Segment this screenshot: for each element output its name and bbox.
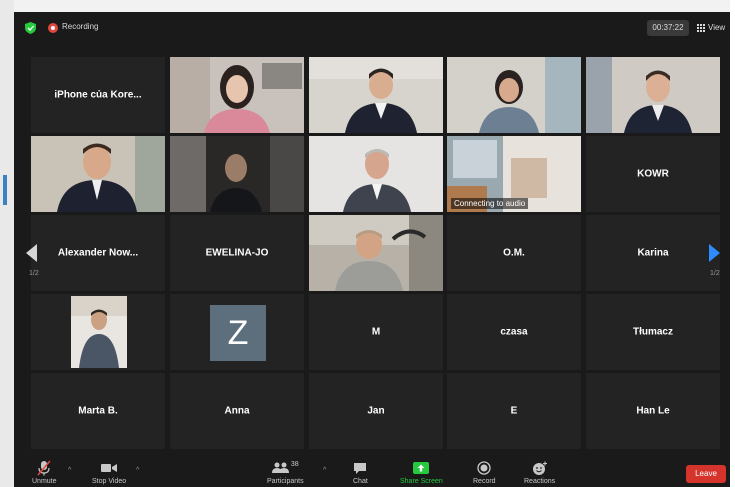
recording-icon — [48, 23, 58, 33]
participant-tile[interactable]: Tłumacz — [586, 294, 720, 370]
participant-video-tile[interactable] — [309, 136, 443, 212]
participant-video-tile[interactable] — [31, 294, 165, 370]
previous-page-arrow-icon[interactable] — [26, 244, 37, 262]
share-screen-button[interactable]: Share Screen — [400, 460, 443, 485]
participant-video — [71, 296, 127, 368]
record-label: Record — [473, 478, 496, 485]
muted-microphone-icon — [37, 460, 51, 476]
zoom-meeting-window: iPhone của Kore... Connecting to audio K… — [14, 12, 730, 487]
record-button[interactable]: Record — [473, 460, 496, 485]
right-desktop-strip — [730, 0, 735, 487]
view-button[interactable]: View — [697, 20, 725, 36]
avatar: Z — [210, 305, 266, 361]
view-label: View — [708, 23, 726, 32]
participant-tile[interactable]: KOWR — [586, 136, 720, 212]
participant-name: Karina — [637, 247, 669, 259]
participant-name: EWELINA-JO — [205, 247, 269, 259]
participants-options-caret-icon[interactable]: ^ — [323, 467, 326, 474]
participant-tile[interactable]: Jan — [309, 373, 443, 449]
participant-tile[interactable]: Karina — [586, 215, 720, 291]
left-desktop-strip — [0, 0, 14, 487]
participants-button[interactable]: 38 Participants — [267, 460, 304, 486]
participant-video-tile[interactable] — [170, 136, 304, 212]
participant-tile[interactable]: Anna — [170, 373, 304, 449]
participant-video — [309, 136, 443, 212]
video-options-caret-icon[interactable]: ^ — [136, 467, 139, 474]
participant-tile[interactable]: M — [309, 294, 443, 370]
left-accent — [3, 175, 7, 205]
video-camera-icon — [101, 460, 118, 476]
reactions-label: Reactions — [524, 478, 556, 485]
participant-name: Tłumacz — [632, 326, 673, 338]
chat-label: Chat — [353, 478, 368, 485]
participants-label: Participants — [267, 478, 304, 485]
share-screen-icon — [412, 460, 430, 476]
participant-video-tile[interactable] — [170, 57, 304, 133]
participant-tile[interactable]: Han Le — [586, 373, 720, 449]
participant-video — [309, 215, 443, 291]
page-indicator-left: 1/2 — [29, 270, 39, 277]
share-screen-label: Share Screen — [400, 478, 443, 485]
participant-tile[interactable]: czasa — [447, 294, 581, 370]
participant-name: Alexander Now... — [57, 247, 139, 259]
active-speaker-tile[interactable] — [31, 136, 165, 212]
recording-label: Recording — [62, 22, 99, 31]
participant-tile[interactable]: iPhone của Kore... — [31, 57, 165, 133]
participant-name: Jan — [367, 405, 385, 417]
participant-name: O.M. — [503, 247, 525, 259]
participant-tile[interactable]: Marta B. — [31, 373, 165, 449]
participant-tile[interactable]: Alexander Now... — [31, 215, 165, 291]
screenshot-frame: iPhone của Kore... Connecting to audio K… — [0, 0, 735, 487]
participant-tile[interactable]: O.M. — [447, 215, 581, 291]
participant-tile[interactable]: Z — [170, 294, 304, 370]
participant-video-tile[interactable] — [309, 215, 443, 291]
grid-view-icon — [697, 24, 705, 32]
participant-video-tile[interactable] — [447, 57, 581, 133]
unmute-button[interactable]: Unmute — [32, 460, 57, 485]
participant-name: Marta B. — [78, 405, 118, 417]
stop-video-button[interactable]: Stop Video — [92, 460, 126, 485]
unmute-label: Unmute — [32, 478, 57, 485]
participant-name: iPhone của Kore... — [54, 89, 142, 101]
participant-video-tile[interactable] — [309, 57, 443, 133]
participant-tile[interactable]: E — [447, 373, 581, 449]
participant-name: KOWR — [637, 168, 669, 180]
gallery-grid: iPhone của Kore... Connecting to audio K… — [14, 12, 730, 487]
leave-button[interactable]: Leave — [686, 465, 726, 483]
participant-video — [309, 57, 443, 133]
meeting-top-bar: Recording 00:37:22 View — [14, 12, 730, 44]
meeting-timer: 00:37:22 — [647, 20, 689, 36]
stop-video-label: Stop Video — [92, 478, 127, 485]
chat-button[interactable]: Chat — [353, 460, 368, 485]
next-page-arrow-icon[interactable] — [709, 244, 720, 262]
audio-options-caret-icon[interactable]: ^ — [68, 467, 71, 474]
participant-name: Han Le — [636, 405, 670, 417]
participant-video — [170, 136, 304, 212]
participants-icon: 38 — [271, 460, 299, 476]
connecting-to-audio-label: Connecting to audio — [451, 198, 529, 209]
participant-tile[interactable]: EWELINA-JO — [170, 215, 304, 291]
record-icon — [477, 460, 491, 476]
participant-name: M — [371, 326, 381, 338]
participant-video — [586, 57, 720, 133]
page-indicator-right: 1/2 — [710, 270, 720, 277]
participant-video — [170, 57, 304, 133]
meeting-toolbar: Unmute ^ Stop Video ^ 38 Participants ^ … — [14, 458, 730, 487]
participant-name: czasa — [500, 326, 528, 338]
participant-name: Anna — [224, 405, 250, 417]
chat-bubble-icon — [353, 460, 367, 476]
participant-video — [447, 57, 581, 133]
participant-video — [31, 136, 165, 212]
reactions-button[interactable]: Reactions — [524, 460, 555, 485]
participants-count: 38 — [290, 460, 299, 468]
participant-video-tile[interactable]: Connecting to audio — [447, 136, 581, 212]
shield-icon[interactable] — [25, 22, 36, 34]
participant-video-tile[interactable] — [586, 57, 720, 133]
smiley-icon — [532, 460, 548, 476]
participant-name: E — [510, 405, 518, 417]
